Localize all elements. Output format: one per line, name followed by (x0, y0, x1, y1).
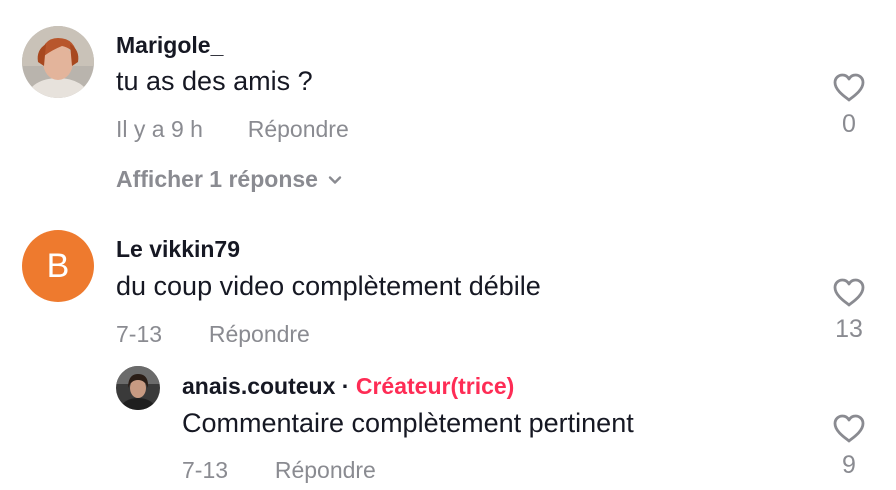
user-photo-avatar-icon (22, 26, 94, 98)
avatar[interactable]: B (22, 230, 94, 302)
like-control: 13 (829, 277, 869, 344)
view-replies-label: Afficher 1 réponse (116, 166, 318, 192)
comment-username[interactable]: Marigole_ (116, 32, 223, 59)
comment-text: tu as des amis ? (116, 66, 313, 96)
like-count: 9 (842, 451, 856, 479)
avatar-letter: B (46, 246, 70, 285)
comment-meta: Il y a 9 h Répondre (116, 116, 349, 143)
comment-text: Commentaire complètement pertinent (182, 408, 634, 438)
comment-meta: 7-13 Répondre (116, 321, 310, 348)
reply-header: anais.couteux · Créateur(trice) (182, 373, 514, 400)
comment-timestamp: 7-13 (182, 457, 229, 483)
like-count: 13 (835, 315, 863, 343)
reply-button[interactable]: Répondre (248, 116, 349, 142)
heart-outline-icon[interactable] (832, 413, 866, 443)
reply-button[interactable]: Répondre (275, 457, 376, 483)
user-photo-avatar-icon (116, 366, 160, 410)
avatar[interactable] (22, 26, 94, 98)
avatar[interactable] (116, 366, 160, 410)
creator-badge: Créateur(trice) (355, 373, 515, 399)
comment-username[interactable]: anais.couteux (182, 373, 335, 399)
like-control: 0 (829, 72, 869, 139)
comment-meta: 7-13 Répondre (182, 457, 376, 484)
heart-outline-icon[interactable] (832, 277, 866, 307)
like-control: 9 (829, 413, 869, 480)
comment-timestamp: 7-13 (116, 321, 163, 347)
reply-button[interactable]: Répondre (209, 321, 310, 347)
comment-timestamp: Il y a 9 h (116, 116, 203, 142)
comment-text: du coup video complètement débile (116, 271, 541, 301)
like-count: 0 (842, 110, 856, 138)
separator: · (341, 373, 350, 399)
heart-outline-icon[interactable] (832, 72, 866, 102)
comment-username[interactable]: Le vikkin79 (116, 236, 240, 263)
chevron-down-icon (328, 175, 342, 184)
view-replies-button[interactable]: Afficher 1 réponse (116, 166, 342, 193)
